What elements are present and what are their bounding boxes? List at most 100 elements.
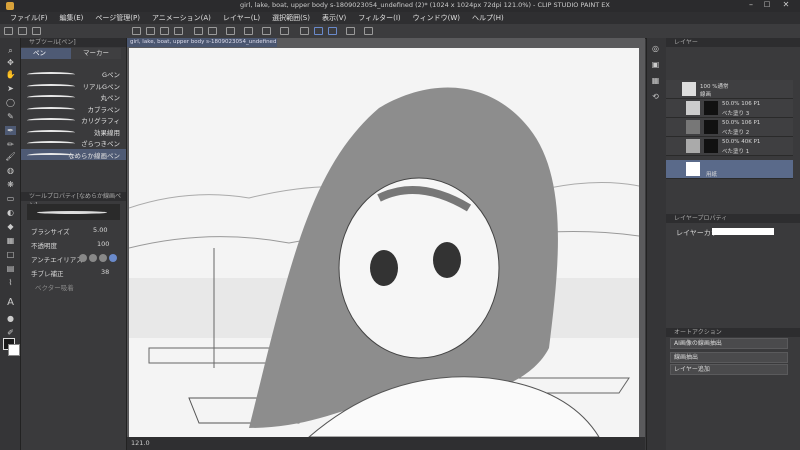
blend-tool-icon[interactable]: ◐	[5, 208, 16, 217]
layer-row[interactable]: 50.0% 40K P1 べた塗り 1	[666, 137, 793, 156]
maximize-button[interactable]: □	[760, 0, 774, 12]
minimize-button[interactable]: –	[744, 0, 758, 12]
brush-preview	[27, 204, 120, 220]
antialias-strong[interactable]	[109, 254, 117, 262]
menu-edit[interactable]: 編集(E)	[60, 13, 84, 23]
layer-color-swatch[interactable]	[712, 228, 774, 235]
snap-special-icon[interactable]	[328, 27, 337, 35]
snap-ruler-icon[interactable]	[300, 27, 309, 35]
pen-icon[interactable]	[32, 27, 41, 35]
menu-selection[interactable]: 選択範囲(S)	[272, 13, 310, 23]
menu-view[interactable]: 表示(V)	[322, 13, 346, 23]
opacity-row: 不透明度 100	[31, 240, 110, 250]
brush-real-gpen[interactable]: リアルGペン	[21, 80, 126, 92]
layer-row[interactable]: 50.0% 106 P1 べた塗り 3	[666, 99, 793, 118]
zoom-value[interactable]: 121.0	[131, 439, 150, 447]
ruler-tool-icon[interactable]: ⌇	[5, 278, 16, 287]
figure-tool-icon[interactable]: □	[5, 250, 16, 259]
canvas[interactable]	[129, 48, 639, 437]
autoaction-title: オートアクション	[666, 328, 800, 337]
new-icon[interactable]	[132, 27, 141, 35]
menu-animation[interactable]: アニメーション(A)	[152, 13, 211, 23]
crop-icon[interactable]	[280, 27, 289, 35]
sub-view-icon[interactable]: ▣	[650, 60, 661, 69]
eyedropper-tool-icon[interactable]: ✎	[5, 112, 16, 121]
balloon-tool-icon[interactable]: ●	[5, 314, 16, 323]
menu-filter[interactable]: フィルター(I)	[358, 13, 400, 23]
action-item[interactable]: レイヤー追加	[670, 364, 788, 375]
lasso-tool-icon[interactable]: ◯	[5, 98, 16, 107]
status-bar: 121.0	[127, 437, 645, 450]
settings-icon[interactable]	[364, 27, 373, 35]
layer-row-paper[interactable]: 用紙	[666, 160, 793, 179]
antialias-medium[interactable]	[99, 254, 107, 262]
eraser-tool-icon[interactable]: ▭	[5, 194, 16, 203]
menu-bar: ファイル(F) 編集(E) ページ管理(P) アニメーション(A) レイヤー(L…	[0, 12, 800, 24]
stabilization-value[interactable]: 38	[101, 268, 109, 276]
history-icon[interactable]: ⟲	[650, 92, 661, 101]
opacity-value[interactable]: 100	[97, 240, 109, 248]
decoration-tool-icon[interactable]: ❋	[5, 180, 16, 189]
tab-marker[interactable]: マーカー	[71, 48, 121, 59]
brush-rough-pen[interactable]: ざらつきペン	[21, 137, 126, 149]
toolprop-title: ツールプロパティ[なめらか線画ペン]	[21, 192, 126, 209]
pencil-tool-icon[interactable]: ✏	[5, 140, 16, 149]
object-tool-icon[interactable]: ➤	[5, 84, 16, 93]
title-bar: girl, lake, boat, upper body s-180902305…	[0, 0, 800, 12]
fill-tool-icon[interactable]: ◆	[5, 222, 16, 231]
artwork-illustration	[129, 48, 639, 437]
redo-icon[interactable]	[208, 27, 217, 35]
undo-icon[interactable]	[194, 27, 203, 35]
antialias-row: アンチエイリアス	[21, 251, 126, 265]
transform-icon[interactable]	[244, 27, 253, 35]
menu-page[interactable]: ページ管理(P)	[95, 13, 140, 23]
zoom-tool-icon[interactable]: ⌕	[5, 46, 16, 55]
document-tab[interactable]: girl, lake, boat, upper body s-180902305…	[127, 38, 277, 47]
correct-line-tool-icon[interactable]: ✐	[5, 328, 16, 337]
layer-row[interactable]: 50.0% 106 P1 べた塗り 2	[666, 118, 793, 137]
brush-smooth-line-pen[interactable]: なめらか線画ペン	[21, 148, 126, 160]
brush-effect-line[interactable]: 効果線用	[21, 126, 126, 138]
clear-icon[interactable]	[226, 27, 235, 35]
brush-kabura-pen[interactable]: カブラペン	[21, 103, 126, 115]
layer-panel-title: レイヤー	[666, 38, 800, 47]
layer-row[interactable]: 100 %通常 線画	[666, 80, 793, 99]
pen-tool-icon[interactable]: ✒	[5, 126, 16, 135]
brush-icon[interactable]	[18, 27, 27, 35]
move-tool-icon[interactable]: ✥	[5, 58, 16, 67]
tab-pen[interactable]: ペン	[21, 48, 71, 59]
color-icon[interactable]	[346, 27, 355, 35]
frame-tool-icon[interactable]: ▤	[5, 264, 16, 273]
subtool-panel-title: サブツール[ペン]	[21, 38, 126, 47]
hand-tool-icon[interactable]: ✋	[5, 70, 16, 79]
menu-help[interactable]: ヘルプ(H)	[472, 13, 504, 23]
print-icon[interactable]	[174, 27, 183, 35]
menu-file[interactable]: ファイル(F)	[10, 13, 48, 23]
antialias-none[interactable]	[79, 254, 87, 262]
menu-layer[interactable]: レイヤー(L)	[223, 13, 260, 23]
vector-snap-row: ベクター吸着	[35, 284, 74, 292]
app-logo-icon	[6, 2, 14, 10]
menu-icon[interactable]	[4, 27, 13, 35]
close-button[interactable]: ✕	[778, 0, 794, 12]
airbrush-tool-icon[interactable]: ◍	[5, 166, 16, 175]
brush-size-value[interactable]: 5.00	[93, 226, 107, 234]
brush-size-row: ブラシサイズ 5.00	[31, 226, 108, 236]
autoaction-selector[interactable]: AI画像の線画抽出	[670, 338, 788, 349]
deselect-icon[interactable]	[262, 27, 271, 35]
action-item[interactable]: 線画抽出	[670, 352, 788, 363]
material-icon[interactable]: ▦	[650, 76, 661, 85]
save-icon[interactable]	[146, 27, 155, 35]
brush-maru-pen[interactable]: 丸ペン	[21, 91, 126, 103]
snap-grid-icon[interactable]	[314, 27, 323, 35]
brush-tool-icon[interactable]: 🖌	[5, 152, 16, 161]
gradient-tool-icon[interactable]: ▦	[5, 236, 16, 245]
brush-gpen[interactable]: Gペン	[21, 68, 126, 80]
antialias-weak[interactable]	[89, 254, 97, 262]
text-tool-icon[interactable]: A	[5, 298, 16, 308]
brush-calligraphy[interactable]: カリグラフィ	[21, 114, 126, 126]
sub-color-swatch[interactable]	[8, 344, 20, 356]
menu-window[interactable]: ウィンドウ(W)	[413, 13, 460, 23]
navigator-icon[interactable]: ◎	[650, 44, 661, 53]
open-icon[interactable]	[160, 27, 169, 35]
